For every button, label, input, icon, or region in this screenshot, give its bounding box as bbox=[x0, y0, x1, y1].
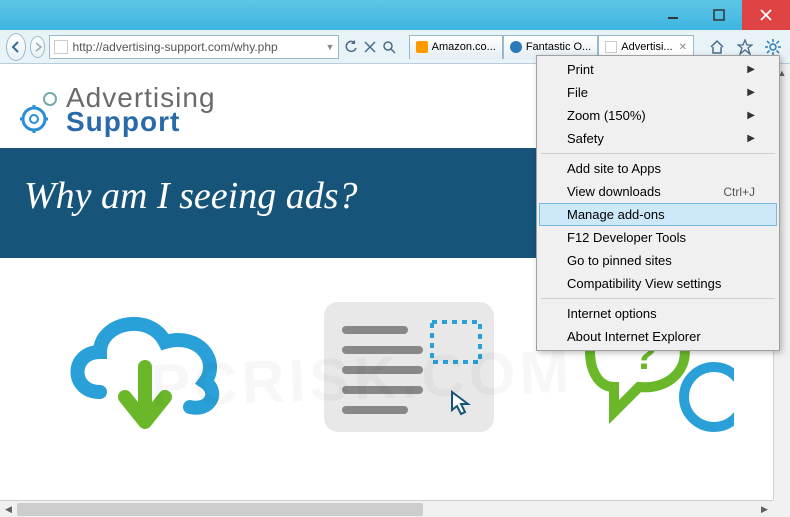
submenu-arrow-icon: ▶ bbox=[747, 64, 755, 75]
site-favicon bbox=[54, 40, 68, 54]
menu-view-downloads[interactable]: View downloadsCtrl+J bbox=[539, 180, 777, 203]
page-favicon bbox=[605, 41, 617, 53]
menu-pinned-sites[interactable]: Go to pinned sites bbox=[539, 249, 777, 272]
keyboard-shortcut: Ctrl+J bbox=[723, 185, 755, 199]
submenu-arrow-icon: ▶ bbox=[747, 87, 755, 98]
menu-separator bbox=[541, 298, 775, 299]
menu-add-site[interactable]: Add site to Apps bbox=[539, 157, 777, 180]
dropdown-icon[interactable]: ▼ bbox=[326, 42, 335, 52]
url-input[interactable] bbox=[72, 40, 325, 54]
page-select-icon bbox=[304, 292, 504, 442]
menu-f12[interactable]: F12 Developer Tools bbox=[539, 226, 777, 249]
tab-label: Fantastic O... bbox=[526, 41, 591, 53]
scroll-right-icon[interactable]: ▶ bbox=[756, 501, 773, 517]
menu-file[interactable]: File▶ bbox=[539, 81, 777, 104]
scroll-track[interactable] bbox=[17, 501, 756, 517]
menu-separator bbox=[541, 153, 775, 154]
tab-label: Advertisi... bbox=[621, 41, 672, 53]
site-logo: Advertising Support bbox=[20, 82, 216, 138]
scroll-left-icon[interactable]: ◀ bbox=[0, 501, 17, 517]
tools-menu: Print▶ File▶ Zoom (150%)▶ Safety▶ Add si… bbox=[536, 55, 780, 351]
submenu-arrow-icon: ▶ bbox=[747, 133, 755, 144]
horizontal-scrollbar[interactable]: ◀ ▶ bbox=[0, 500, 773, 517]
refresh-button[interactable] bbox=[343, 36, 358, 58]
window-titlebar bbox=[0, 0, 790, 30]
menu-about-ie[interactable]: About Internet Explorer bbox=[539, 325, 777, 348]
menu-zoom[interactable]: Zoom (150%)▶ bbox=[539, 104, 777, 127]
menu-compat-view[interactable]: Compatibility View settings bbox=[539, 272, 777, 295]
close-tab-icon[interactable]: ✕ bbox=[679, 42, 687, 53]
ie-favicon bbox=[510, 41, 522, 53]
stop-button[interactable] bbox=[363, 36, 378, 58]
close-button[interactable] bbox=[742, 0, 790, 30]
forward-button[interactable] bbox=[30, 36, 46, 58]
tab-label: Amazon.co... bbox=[432, 41, 496, 53]
minimize-button[interactable] bbox=[650, 0, 696, 30]
amazon-favicon bbox=[416, 41, 428, 53]
gear-icon bbox=[20, 83, 60, 137]
cloud-download-icon bbox=[55, 297, 235, 437]
menu-print[interactable]: Print▶ bbox=[539, 58, 777, 81]
menu-safety[interactable]: Safety▶ bbox=[539, 127, 777, 150]
maximize-button[interactable] bbox=[696, 0, 742, 30]
scroll-thumb[interactable] bbox=[17, 503, 423, 516]
back-button[interactable] bbox=[6, 33, 26, 61]
address-bar[interactable]: ▼ bbox=[49, 35, 339, 59]
scroll-corner bbox=[773, 500, 790, 517]
menu-internet-options[interactable]: Internet options bbox=[539, 302, 777, 325]
menu-manage-addons[interactable]: Manage add-ons bbox=[539, 203, 777, 226]
search-button[interactable] bbox=[382, 36, 397, 58]
submenu-arrow-icon: ▶ bbox=[747, 110, 755, 121]
tab-amazon[interactable]: Amazon.co... bbox=[409, 35, 503, 59]
